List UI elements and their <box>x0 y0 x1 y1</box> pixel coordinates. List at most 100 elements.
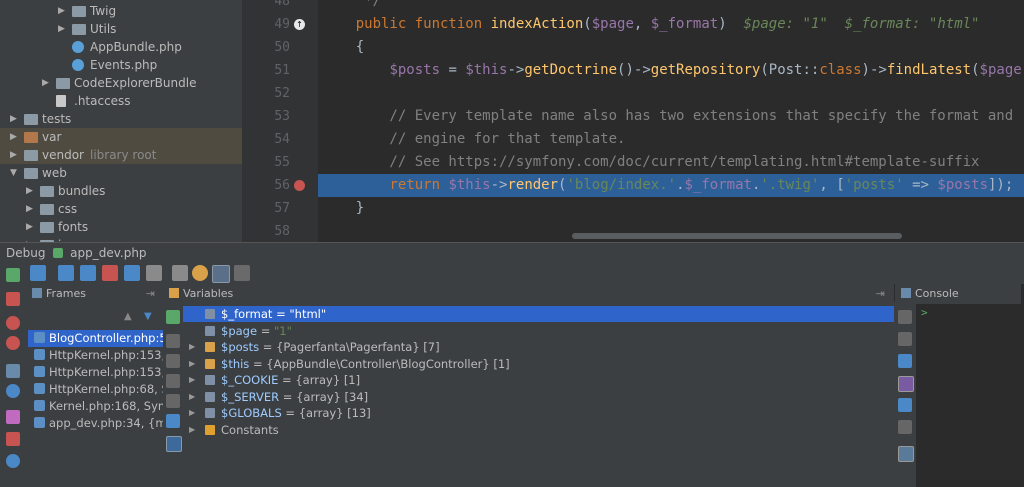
stack-frame[interactable]: Kernel.php:168, Symf <box>28 398 163 415</box>
pin-icon[interactable] <box>6 410 20 424</box>
tree-item[interactable]: ▼ web <box>0 164 242 182</box>
expand-arrow-icon[interactable]: ▶ <box>189 356 195 372</box>
stack-frame[interactable]: BlogController.php:56 <box>28 330 163 347</box>
code-line[interactable]: { <box>318 36 1024 59</box>
tree-item[interactable]: ▶ vendor library root <box>0 146 242 164</box>
override-icon[interactable]: ↑ <box>294 19 305 30</box>
debug-session-tab[interactable]: app_dev.php <box>70 246 146 260</box>
tree-item[interactable]: Events.php <box>0 56 242 74</box>
chevron-right-icon[interactable]: ▶ <box>10 146 17 164</box>
variable-row[interactable]: ▶ $this = {AppBundle\Controller\BlogContr… <box>183 356 894 372</box>
tree-item[interactable]: AppBundle.php <box>0 38 242 56</box>
execution-line[interactable]: return $this->render('blog/index.'.$_for… <box>318 174 1024 197</box>
print-icon[interactable] <box>898 398 912 412</box>
code-line[interactable]: // engine for that template. <box>318 128 1024 151</box>
soft-wrap-icon[interactable] <box>898 354 912 368</box>
previous-frame-icon[interactable]: ▲ <box>124 312 134 322</box>
tree-item[interactable]: ▶ bundles <box>0 182 242 200</box>
code-line[interactable] <box>318 82 1024 105</box>
variable-type-icon <box>205 309 215 319</box>
pin-tab-icon[interactable]: ⇥ <box>146 284 155 304</box>
stack-frame[interactable]: HttpKernel.php:153, <box>28 347 163 364</box>
expand-arrow-icon[interactable]: ▶ <box>189 389 195 405</box>
stack-frame[interactable]: app_dev.php:34, {ma <box>28 415 163 432</box>
chevron-right-icon[interactable]: ▶ <box>10 128 17 146</box>
variable-row[interactable]: ▶ $GLOBALS = {array} [13] <box>183 405 894 421</box>
help-icon[interactable] <box>6 454 20 468</box>
tree-item[interactable]: ▶ var <box>0 128 242 146</box>
restore-layout-icon[interactable] <box>212 265 230 283</box>
chevron-right-icon[interactable]: ▶ <box>10 110 17 128</box>
code-editor[interactable]: 48 49 ↑ 50 51 52 53 54 55 56 57 58 */ public functi… <box>242 0 1024 242</box>
force-step-into-icon[interactable] <box>102 265 118 281</box>
code-line[interactable]: public function indexAction($page, $_for… <box>318 13 1024 36</box>
variable-row[interactable]: $page = "1" <box>183 323 894 339</box>
variables-panel: Variables ⇥ $_format = "html" $page = "1"… <box>163 284 894 487</box>
variable-row[interactable]: ▶ $_SERVER = {array} [34] <box>183 389 894 405</box>
expand-arrow-icon[interactable]: ▶ <box>189 422 195 438</box>
mute-breakpoints-icon[interactable] <box>6 336 20 350</box>
editor-gutter[interactable]: 48 49 ↑ 50 51 52 53 54 55 56 57 58 <box>242 0 318 242</box>
code-line[interactable]: } <box>318 197 1024 220</box>
code-line[interactable]: */ <box>318 0 1024 13</box>
scroll-to-end-icon[interactable] <box>898 376 914 392</box>
expand-arrow-icon[interactable]: ▶ <box>189 372 195 388</box>
chevron-down-icon[interactable]: ▼ <box>10 164 17 182</box>
gear-icon[interactable] <box>6 384 20 398</box>
code-line[interactable] <box>318 220 1024 242</box>
expand-arrow-icon[interactable]: ▶ <box>189 339 195 355</box>
scroll-up-icon[interactable] <box>898 310 912 324</box>
clear-all-icon[interactable] <box>898 420 912 434</box>
settings-icon[interactable] <box>234 265 250 281</box>
chevron-right-icon[interactable]: ▶ <box>26 182 33 200</box>
move-up-icon[interactable] <box>166 354 180 368</box>
tree-item[interactable]: ▶ Twig <box>0 2 242 20</box>
tree-item[interactable]: ▶ css <box>0 200 242 218</box>
resume-icon[interactable] <box>6 268 20 282</box>
code-line[interactable]: // See https://symfony.com/doc/current/t… <box>318 151 1024 174</box>
duplicate-watch-icon[interactable] <box>166 394 180 408</box>
show-watches-icon[interactable] <box>166 436 182 452</box>
stop-icon[interactable] <box>6 292 20 306</box>
watch-icon[interactable] <box>192 265 208 281</box>
step-out-icon[interactable] <box>124 265 140 281</box>
evaluate-expression-icon[interactable] <box>172 265 188 281</box>
code-line[interactable]: $posts = $this->getDoctrine()->getReposi… <box>318 59 1024 82</box>
tree-item[interactable]: .htaccess <box>0 92 242 110</box>
stack-frame[interactable]: HttpKernel.php:153, <box>28 364 163 381</box>
chevron-right-icon[interactable]: ▶ <box>58 2 65 20</box>
pin-tab-icon[interactable]: ⇥ <box>876 284 885 304</box>
variable-text: $_COOKIE = {array} [1] <box>221 372 360 388</box>
copy-icon[interactable] <box>166 414 180 428</box>
code-line[interactable]: // Every template name also has two exte… <box>318 105 1024 128</box>
scroll-down-icon[interactable] <box>898 332 912 346</box>
chevron-right-icon[interactable]: ▶ <box>26 218 33 236</box>
breakpoint-icon[interactable] <box>294 180 305 191</box>
stack-frame[interactable]: HttpKernel.php:68, S <box>28 381 163 398</box>
new-watch-icon[interactable] <box>166 310 180 324</box>
chevron-right-icon[interactable]: ▶ <box>58 20 65 38</box>
tree-item[interactable]: ▶ tests <box>0 110 242 128</box>
remove-watch-icon[interactable] <box>166 334 180 348</box>
chevron-right-icon[interactable]: ▶ <box>42 74 49 92</box>
tree-item[interactable]: ▶ CodeExplorerBundle <box>0 74 242 92</box>
expand-arrow-icon[interactable]: ▶ <box>189 405 195 421</box>
variable-row[interactable]: ▶ $_COOKIE = {array} [1] <box>183 372 894 388</box>
layout-icon[interactable] <box>6 364 20 378</box>
next-frame-icon[interactable]: ▼ <box>144 312 154 322</box>
close-icon[interactable] <box>6 432 20 446</box>
move-down-icon[interactable] <box>166 374 180 388</box>
chevron-right-icon[interactable]: ▶ <box>26 200 33 218</box>
tree-item[interactable]: ▶ Utils <box>0 20 242 38</box>
variable-row[interactable]: $_format = "html" <box>183 306 894 322</box>
tree-item[interactable]: ▶ fonts <box>0 218 242 236</box>
view-breakpoints-icon[interactable] <box>6 316 20 330</box>
show-execution-point-icon[interactable] <box>30 265 46 281</box>
run-to-cursor-icon[interactable] <box>146 265 162 281</box>
step-over-icon[interactable] <box>58 265 74 281</box>
variable-row[interactable]: ▶ $posts = {Pagerfanta\Pagerfanta} [7] <box>183 339 894 355</box>
variable-row[interactable]: ▶ Constants <box>183 422 894 438</box>
step-into-icon[interactable] <box>80 265 96 281</box>
console-prompt[interactable]: > <box>921 306 928 319</box>
console-toggle-icon[interactable] <box>898 446 914 462</box>
